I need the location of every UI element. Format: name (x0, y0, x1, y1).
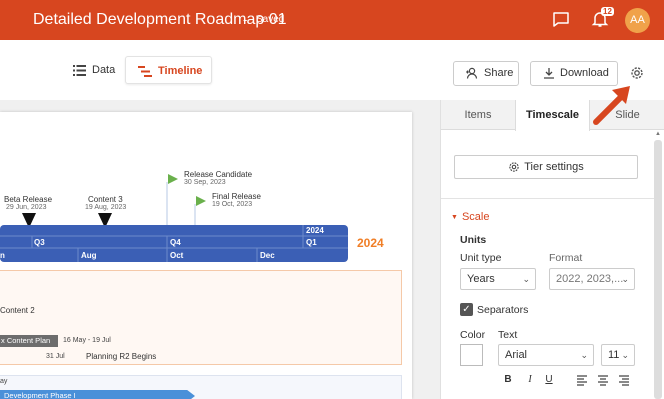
timescale-year[interactable]: 2024 (306, 226, 324, 235)
collapse-caret-icon: ▼ (451, 213, 458, 221)
color-label: Color (460, 329, 486, 341)
app-header: Detailed Development Roadmap 01 - Saved … (0, 0, 664, 40)
task-bar[interactable]: x Content Plan (0, 335, 58, 347)
timescale-quarter[interactable]: Q1 (306, 238, 317, 247)
title-separator: - (243, 12, 248, 27)
scale-section-label: Scale (461, 211, 490, 223)
format-label: Format (549, 252, 583, 264)
milestone-date: 19 Aug, 2023 (85, 204, 127, 211)
chevron-down-icon: ⌄ (621, 274, 629, 284)
year-callout[interactable]: 2024 (357, 236, 384, 250)
font-size-value: 11 (608, 349, 620, 361)
download-button[interactable]: Download (530, 61, 618, 86)
align-right-icon[interactable] (617, 373, 631, 387)
list-icon (73, 64, 86, 76)
unit-type-select[interactable]: Years ⌄ (460, 268, 536, 290)
units-label: Units (460, 234, 487, 246)
milestone-label[interactable]: Beta Release (4, 195, 52, 204)
chat-icon[interactable] (552, 11, 570, 28)
milestone-label[interactable]: Content 3 (88, 195, 123, 204)
tab-timescale[interactable]: Timescale (515, 100, 590, 131)
timeline-slide[interactable]: Beta Release 29 Jun, 2023 Content 3 19 A… (0, 112, 412, 399)
swimlane[interactable]: Content 2 x Content Plan 16 May - 19 Jul… (0, 270, 402, 365)
separators-label: Separators (477, 304, 529, 316)
save-status: Saved (256, 14, 285, 25)
tab-slide[interactable]: Slide (590, 100, 664, 130)
unit-type-value: Years (467, 273, 495, 285)
timescale-month[interactable]: Dec (260, 251, 275, 260)
swimlane[interactable]: ay Development Phase I (0, 375, 402, 399)
notification-count-badge: 12 (601, 7, 614, 16)
chevron-down-icon: ⌄ (580, 350, 588, 360)
tier-settings-label: Tier settings (524, 161, 584, 173)
properties-panel: Items Timescale Slide Tier settings ▼ Sca… (440, 100, 664, 399)
unit-type-label: Unit type (460, 252, 502, 264)
timescale-quarter[interactable]: Q4 (170, 238, 181, 247)
milestone-date: 19 Oct, 2023 (212, 201, 253, 208)
event-label[interactable]: Planning R2 Begins (86, 352, 156, 361)
task-dates: 16 May - 19 Jul (63, 337, 111, 344)
swimlane-milestone-label[interactable]: Content 2 (0, 306, 35, 315)
tab-items[interactable]: Items (441, 100, 515, 130)
color-swatch[interactable] (460, 344, 483, 366)
chevron-down-icon: ⌄ (522, 274, 530, 284)
bold-button[interactable]: B (501, 373, 515, 387)
underline-button[interactable]: U (542, 373, 556, 387)
data-view-tab[interactable]: Data (64, 56, 124, 84)
format-value: 2022, 2023,... (556, 273, 624, 285)
document-title[interactable]: Detailed Development Roadmap 01 (33, 11, 286, 29)
italic-button[interactable]: I (523, 373, 537, 387)
timeline-view-tab[interactable]: Timeline (125, 56, 212, 84)
align-left-icon[interactable] (575, 373, 589, 387)
text-label: Text (498, 329, 518, 341)
settings-gear-icon[interactable] (629, 65, 645, 81)
timescale-month[interactable]: Aug (81, 251, 97, 260)
milestone-date: 30 Sep, 2023 (184, 179, 226, 186)
format-select[interactable]: 2022, 2023,... ⌄ (549, 268, 635, 290)
scroll-up-arrow[interactable]: ▲ (654, 131, 662, 139)
divider (441, 198, 654, 199)
timescale-quarter[interactable]: Q3 (34, 238, 45, 247)
timeline-icon (138, 65, 152, 77)
gear-icon (509, 162, 519, 172)
download-label: Download (560, 67, 609, 79)
font-family-value: Arial (505, 349, 528, 361)
timeline-canvas: Beta Release 29 Jun, 2023 Content 3 19 A… (0, 100, 440, 399)
timeline-tab-label: Timeline (158, 65, 203, 77)
timescale-month[interactable]: Oct (170, 251, 183, 260)
timescale-month[interactable]: n (0, 251, 5, 260)
swimlane-label: ay (0, 378, 8, 385)
data-tab-label: Data (92, 64, 116, 76)
toolbar: Data Timeline Share Download (0, 40, 664, 100)
tier-settings-button[interactable]: Tier settings (454, 155, 638, 179)
font-family-select[interactable]: Arial ⌄ (498, 344, 594, 366)
share-label: Share (484, 67, 514, 79)
align-center-icon[interactable] (596, 373, 610, 387)
font-size-select[interactable]: 11 ⌄ (601, 344, 635, 366)
separators-checkbox[interactable]: ✓ (460, 303, 473, 316)
panel-tabs: Items Timescale Slide (441, 100, 664, 131)
milestone-label[interactable]: Release Candidate (184, 170, 252, 179)
milestone-label[interactable]: Final Release (212, 192, 261, 201)
share-button[interactable]: Share (453, 61, 519, 86)
milestone-date: 29 Jun, 2023 (6, 204, 47, 211)
scrollbar[interactable] (654, 140, 662, 399)
event-date: 31 Jul (46, 353, 65, 360)
add-user-icon (466, 67, 478, 79)
user-avatar[interactable]: AA (625, 8, 650, 33)
scale-section-toggle[interactable]: ▼ Scale (451, 211, 489, 223)
task-bar[interactable]: Development Phase I (0, 390, 195, 399)
chevron-down-icon: ⌄ (621, 350, 629, 360)
download-icon (544, 68, 554, 79)
